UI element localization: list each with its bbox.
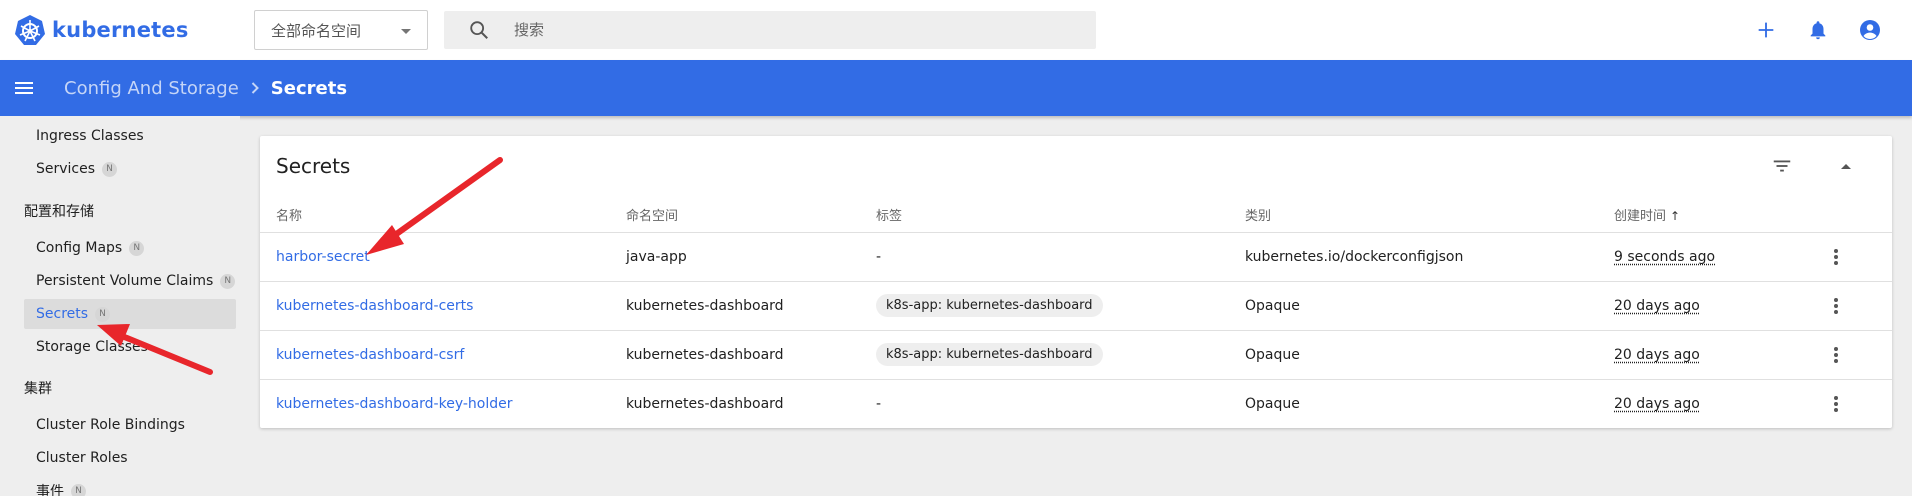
plus-icon[interactable] bbox=[1750, 14, 1782, 46]
chevron-right-icon bbox=[251, 82, 259, 94]
sidebar-item-label: Secrets bbox=[36, 306, 89, 322]
secret-labels: - bbox=[876, 395, 882, 412]
sidebar-item-services[interactable]: Services N bbox=[24, 154, 236, 184]
secret-type: Opaque bbox=[1245, 395, 1300, 412]
secret-created-time: 9 seconds ago bbox=[1614, 248, 1716, 265]
brand-name: kubernetes bbox=[52, 18, 189, 42]
column-header-created[interactable]: 创建时间 ↑ bbox=[1614, 198, 1824, 233]
search-input[interactable] bbox=[514, 21, 1074, 39]
card-title: Secrets bbox=[276, 154, 351, 178]
column-header-namespace: 命名空间 bbox=[626, 198, 876, 233]
secret-type: Opaque bbox=[1245, 281, 1614, 331]
secret-namespace: java-app bbox=[626, 232, 876, 282]
sidebar-item-config-maps[interactable]: Config Maps N bbox=[24, 233, 236, 263]
sidebar-item-storage-classes[interactable]: Storage Classes bbox=[24, 332, 236, 362]
sidebar-item-label: Cluster Roles bbox=[36, 450, 128, 466]
secret-type: Opaque bbox=[1245, 330, 1614, 380]
sort-arrow-up-icon: ↑ bbox=[1670, 209, 1681, 224]
sidebar: Ingress Classes Services N 配置和存储 Config … bbox=[0, 116, 240, 496]
sidebar-item-label: Services bbox=[36, 161, 96, 177]
sidebar-item-ingress-classes[interactable]: Ingress Classes bbox=[24, 121, 236, 151]
breadcrumb-current: Secrets bbox=[270, 77, 348, 99]
namespace-select-value: 全部命名空间 bbox=[271, 21, 362, 40]
secret-name-link[interactable]: kubernetes-dashboard-csrf bbox=[276, 347, 464, 363]
sidebar-item-label: Cluster Role Bindings bbox=[36, 417, 185, 433]
more-vert-icon[interactable] bbox=[1824, 343, 1848, 367]
caret-up-icon[interactable] bbox=[1832, 152, 1860, 180]
brand-logo[interactable]: kubernetes bbox=[14, 14, 254, 46]
column-header-type: 类别 bbox=[1245, 198, 1614, 233]
secret-namespace: kubernetes-dashboard bbox=[626, 281, 876, 331]
sidebar-section-cluster: 集群 bbox=[24, 381, 52, 397]
top-app-bar: kubernetes 全部命名空间 bbox=[0, 0, 1912, 60]
table-header-row: 名称 命名空间 标签 类别 创建时间 ↑ bbox=[260, 198, 1892, 233]
namespaced-badge: N bbox=[102, 161, 118, 177]
secret-name-link[interactable]: harbor-secret bbox=[276, 249, 370, 265]
card-actions bbox=[1768, 152, 1860, 180]
secret-labels: - bbox=[876, 232, 1245, 282]
bell-icon[interactable] bbox=[1802, 14, 1834, 46]
secret-name-link[interactable]: kubernetes-dashboard-key-holder bbox=[276, 396, 513, 412]
namespaced-badge: N bbox=[95, 306, 111, 322]
breadcrumb-parent-link[interactable]: Config And Storage bbox=[64, 78, 239, 99]
secret-namespace: kubernetes-dashboard bbox=[626, 330, 876, 380]
top-actions bbox=[1750, 14, 1886, 46]
more-vert-icon[interactable] bbox=[1824, 392, 1848, 416]
table-row: kubernetes-dashboard-certs kubernetes-da… bbox=[260, 281, 1892, 331]
sidebar-item-label: Config Maps bbox=[36, 240, 123, 256]
label-chip: k8s-app: kubernetes-dashboard bbox=[876, 343, 1103, 366]
secrets-card: Secrets 名称 命名空间 标签 类别 创建时间 ↑ harbor-secre… bbox=[260, 136, 1892, 428]
chevron-down-icon bbox=[401, 29, 411, 34]
column-header-label: 创建时间 bbox=[1614, 209, 1667, 225]
namespaced-badge: N bbox=[71, 483, 86, 496]
search-bar[interactable] bbox=[444, 11, 1096, 49]
secrets-table: 名称 命名空间 标签 类别 创建时间 ↑ harbor-secret java-a… bbox=[260, 198, 1892, 428]
sidebar-section-config-storage: 配置和存储 bbox=[24, 204, 94, 220]
namespaced-badge: N bbox=[129, 240, 145, 256]
search-icon bbox=[470, 21, 488, 39]
secret-type: kubernetes.io/dockerconfigjson bbox=[1245, 232, 1614, 282]
table-row: kubernetes-dashboard-key-holder kubernet… bbox=[260, 379, 1892, 428]
sidebar-item-secrets[interactable]: Secrets N bbox=[24, 299, 236, 329]
sidebar-item-label: Storage Classes bbox=[36, 339, 148, 355]
sidebar-item-label: Persistent Volume Claims bbox=[36, 273, 214, 289]
sidebar-item-label: 事件 bbox=[36, 484, 64, 496]
breadcrumb-bar: Config And Storage Secrets bbox=[0, 60, 1912, 116]
sidebar-item-cluster-roles[interactable]: Cluster Roles bbox=[24, 443, 236, 473]
namespace-select[interactable]: 全部命名空间 bbox=[254, 10, 428, 50]
table-row: kubernetes-dashboard-csrf kubernetes-das… bbox=[260, 330, 1892, 380]
hamburger-menu-icon[interactable] bbox=[12, 76, 36, 100]
kubernetes-wheel-icon bbox=[15, 15, 45, 45]
column-header-labels: 标签 bbox=[876, 198, 1245, 233]
namespaced-badge: N bbox=[220, 273, 236, 289]
filter-icon[interactable] bbox=[1768, 152, 1796, 180]
sidebar-item-cluster-role-bindings[interactable]: Cluster Role Bindings bbox=[24, 410, 236, 440]
sidebar-item-label: Ingress Classes bbox=[36, 128, 144, 144]
secret-created-time: 20 days ago bbox=[1614, 346, 1700, 363]
more-vert-icon[interactable] bbox=[1824, 245, 1848, 269]
secret-name-link[interactable]: kubernetes-dashboard-certs bbox=[276, 298, 473, 314]
more-vert-icon[interactable] bbox=[1824, 294, 1848, 318]
sidebar-item-persistent-volume-claims[interactable]: Persistent Volume Claims N bbox=[24, 266, 236, 296]
secret-created-time: 20 days ago bbox=[1614, 395, 1700, 412]
column-header-name[interactable]: 名称 bbox=[260, 198, 626, 233]
table-row: harbor-secret java-app - kubernetes.io/d… bbox=[260, 232, 1892, 282]
account-circle-icon[interactable] bbox=[1854, 14, 1886, 46]
secret-created-time: 20 days ago bbox=[1614, 297, 1700, 314]
sidebar-item-events[interactable]: 事件 N bbox=[24, 476, 236, 496]
column-header-actions bbox=[1824, 198, 1892, 233]
secret-namespace: kubernetes-dashboard bbox=[626, 395, 784, 412]
label-chip: k8s-app: kubernetes-dashboard bbox=[876, 294, 1103, 317]
